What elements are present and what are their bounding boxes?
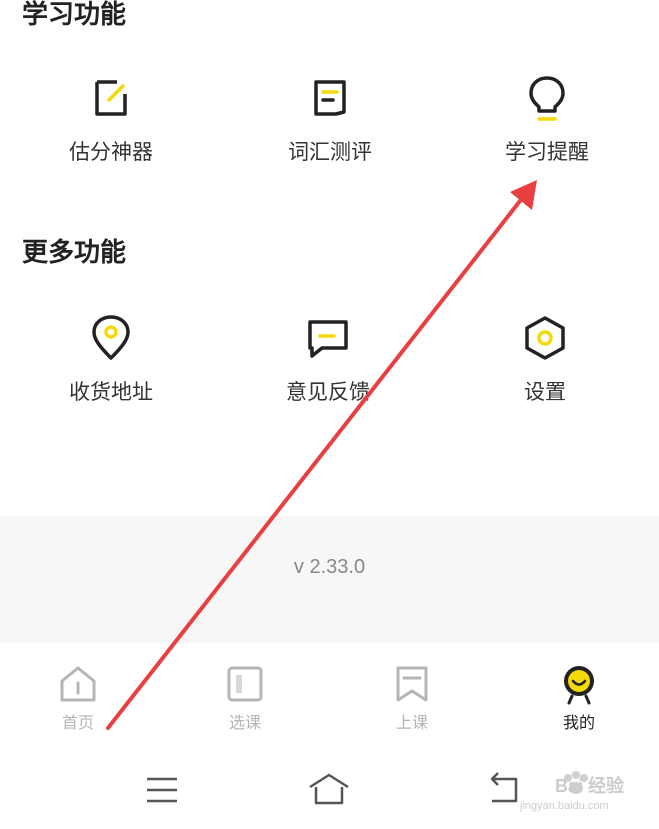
- tab-label: 选课: [228, 713, 261, 732]
- course-select-icon: [227, 666, 263, 702]
- home-outline-icon[interactable]: [304, 765, 354, 815]
- tab-mine[interactable]: 我的: [519, 663, 639, 733]
- bottom-tab-bar: 首页 选课 上课 我的: [0, 643, 659, 743]
- watermark-url: jingyan.baidu.com: [520, 800, 609, 812]
- document-icon: [314, 80, 346, 116]
- smiley-avatar-icon: [564, 666, 594, 705]
- section-title-study: 学习功能: [22, 0, 127, 30]
- bookmark-class-icon: [396, 666, 428, 702]
- grid-item-address[interactable]: 收货地址: [21, 314, 201, 406]
- version-band: [0, 516, 659, 643]
- settings-hex-icon: [525, 316, 565, 360]
- grid-item-settings[interactable]: 设置: [455, 314, 635, 406]
- menu-icon[interactable]: [137, 765, 187, 815]
- tab-course-select[interactable]: 选课: [185, 663, 305, 733]
- grid-item-label: 收货地址: [69, 380, 153, 404]
- tab-label: 我的: [562, 713, 595, 732]
- grid-item-estimate[interactable]: 估分神器: [21, 74, 201, 166]
- section-title-more: 更多功能: [22, 238, 127, 268]
- home-icon: [60, 666, 96, 702]
- grid-item-vocab-test[interactable]: 词汇测评: [240, 74, 420, 166]
- grid-item-label: 意见反馈: [286, 380, 370, 404]
- chat-feedback-icon: [308, 320, 348, 358]
- tab-class[interactable]: 上课: [352, 663, 472, 733]
- tab-label: 首页: [61, 713, 94, 732]
- tab-label: 上课: [395, 713, 428, 732]
- grid-item-label: 词汇测评: [288, 140, 372, 164]
- grid-item-label: 学习提醒: [505, 140, 589, 164]
- grid-item-label: 设置: [524, 380, 566, 404]
- tab-home[interactable]: 首页: [18, 663, 138, 733]
- grid-item-label: 估分神器: [69, 140, 153, 164]
- location-pin-icon: [92, 315, 130, 360]
- grid-item-study-reminder[interactable]: 学习提醒: [457, 74, 637, 166]
- lightbulb-icon: [529, 76, 565, 121]
- edit-icon: [95, 80, 127, 116]
- grid-item-feedback[interactable]: 意见反馈: [238, 314, 418, 406]
- version-text: v 2.33.0: [293, 556, 366, 578]
- watermark-text: Bai 经验: [555, 776, 625, 796]
